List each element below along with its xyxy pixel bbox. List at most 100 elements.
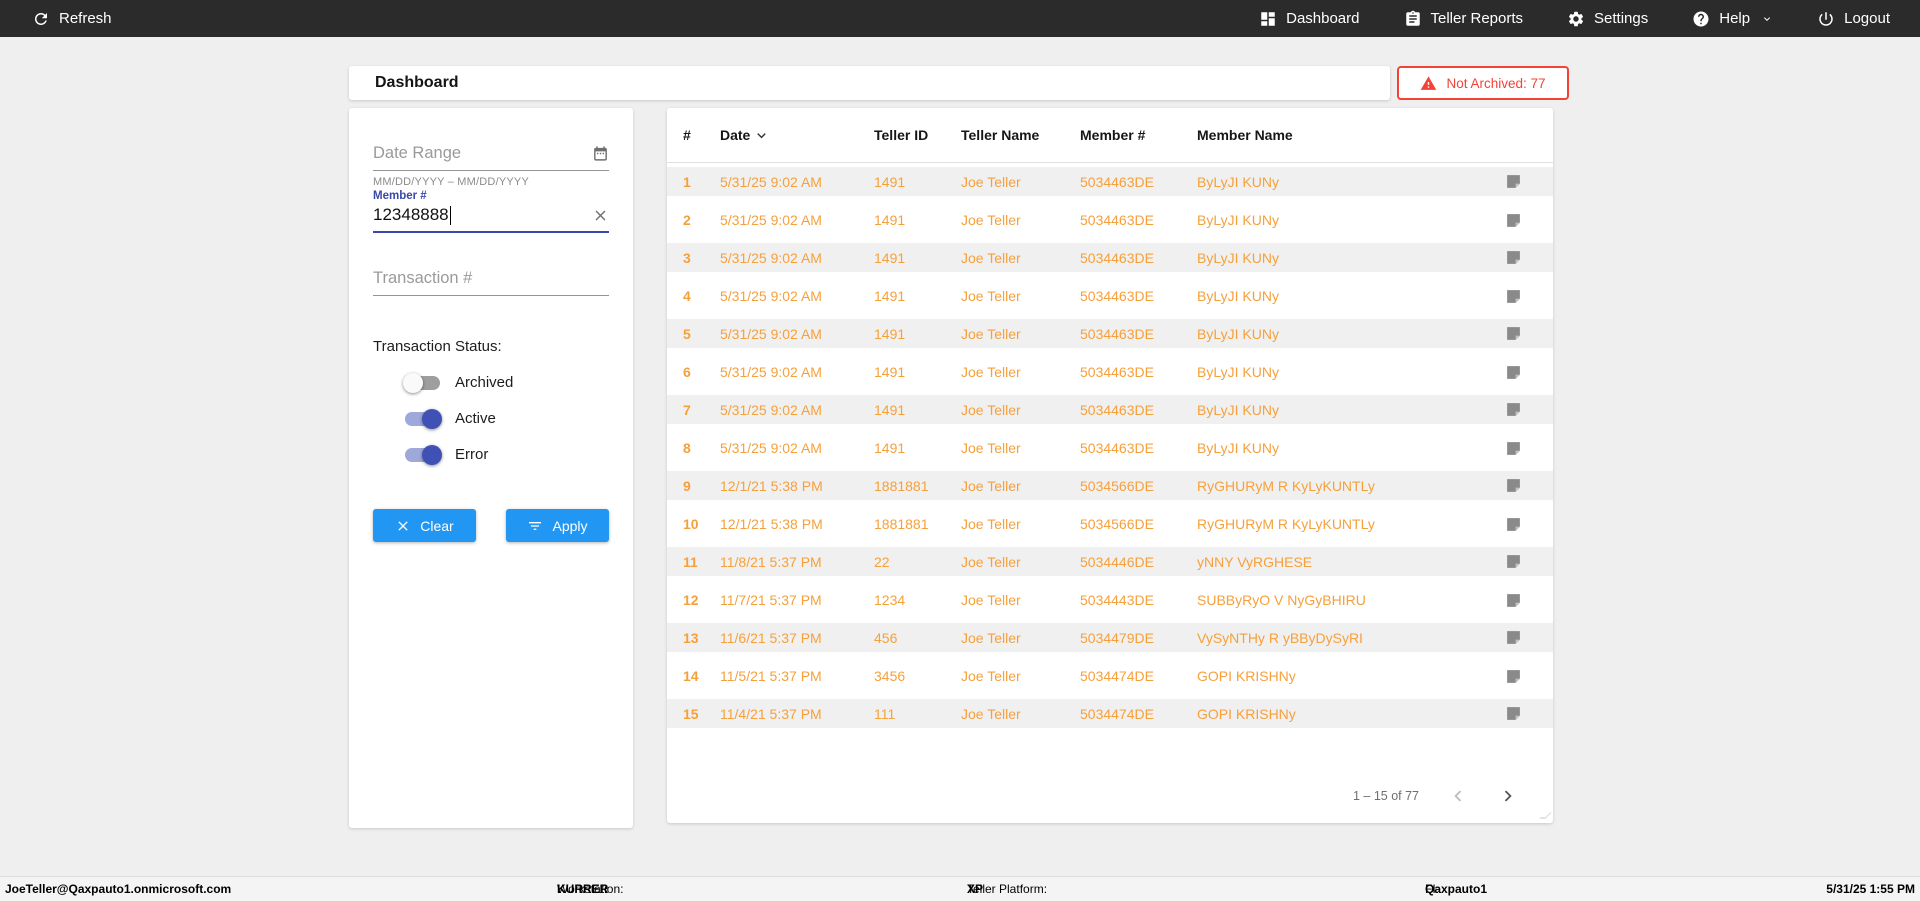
- toggle-archived[interactable]: Archived: [405, 374, 609, 391]
- cell-row-number: 8: [683, 440, 720, 456]
- table-row[interactable]: 7 5/31/25 9:02 AM 1491 Joe Teller 503446…: [667, 391, 1553, 429]
- cell-date: 5/31/25 9:02 AM: [720, 212, 874, 228]
- table-row[interactable]: 10 12/1/21 5:38 PM 1881881 Joe Teller 50…: [667, 505, 1553, 543]
- date-range-input[interactable]: Date Range: [373, 144, 609, 171]
- cell-row-number: 11: [683, 554, 720, 570]
- cell-member-name: RyGHURyM R KyLyKUNTLy: [1197, 478, 1489, 494]
- resize-handle[interactable]: [1539, 812, 1552, 818]
- col-header-teller-name: Teller Name: [961, 127, 1080, 143]
- cell-member-name: VySyNTHy R yBByDySyRI: [1197, 630, 1489, 646]
- refresh-button[interactable]: Refresh: [32, 10, 112, 28]
- note-icon[interactable]: [1505, 212, 1522, 229]
- table-header-row: # Date Teller ID Teller Name Member # Me…: [667, 108, 1553, 163]
- member-number-input[interactable]: 12348888: [373, 205, 609, 233]
- cell-row-number: 4: [683, 288, 720, 304]
- note-icon[interactable]: [1505, 364, 1522, 381]
- not-archived-badge[interactable]: Not Archived: 77: [1397, 66, 1569, 100]
- note-icon[interactable]: [1505, 705, 1522, 722]
- logout-power-icon: [1817, 10, 1835, 28]
- cell-member-number: 5034566DE: [1080, 478, 1197, 494]
- table-row[interactable]: 9 12/1/21 5:38 PM 1881881 Joe Teller 503…: [667, 467, 1553, 505]
- help-icon: [1692, 10, 1710, 28]
- cell-teller-id: 1491: [874, 174, 961, 190]
- apply-button[interactable]: Apply: [506, 509, 609, 542]
- cell-teller-id: 1491: [874, 326, 961, 342]
- note-icon[interactable]: [1505, 516, 1522, 533]
- note-icon[interactable]: [1505, 477, 1522, 494]
- cell-member-name: ByLyJI KUNy: [1197, 402, 1489, 418]
- help-dropdown-chevron-icon: [1761, 13, 1773, 25]
- teller-platform-info: Teller Platform: XP: [967, 877, 983, 901]
- text-cursor: [450, 206, 452, 225]
- cell-teller-name: Joe Teller: [961, 364, 1080, 380]
- pagination-range-label: 1 – 15 of 77: [1353, 789, 1419, 803]
- cell-row-number: 7: [683, 402, 720, 418]
- note-icon[interactable]: [1505, 668, 1522, 685]
- cell-member-number: 5034463DE: [1080, 326, 1197, 342]
- cell-date: 12/1/21 5:38 PM: [720, 516, 874, 532]
- nav-item-teller-reports[interactable]: Teller Reports: [1404, 10, 1524, 28]
- nav-item-help[interactable]: Help: [1692, 10, 1773, 28]
- table-row[interactable]: 5 5/31/25 9:02 AM 1491 Joe Teller 503446…: [667, 315, 1553, 353]
- cell-teller-name: Joe Teller: [961, 174, 1080, 190]
- col-header-member-name: Member Name: [1197, 127, 1489, 143]
- cell-member-number: 5034463DE: [1080, 440, 1197, 456]
- table-row[interactable]: 3 5/31/25 9:02 AM 1491 Joe Teller 503446…: [667, 239, 1553, 277]
- sort-desc-icon: [753, 127, 770, 144]
- cell-member-number: 5034566DE: [1080, 516, 1197, 532]
- clear-member-icon[interactable]: [592, 207, 609, 224]
- col-header-date[interactable]: Date: [720, 127, 874, 144]
- error-switch[interactable]: [405, 448, 440, 462]
- cell-member-number: 5034463DE: [1080, 174, 1197, 190]
- cell-teller-id: 456: [874, 630, 961, 646]
- cell-teller-id: 1491: [874, 402, 961, 418]
- note-icon[interactable]: [1505, 249, 1522, 266]
- cell-row-number: 3: [683, 250, 720, 266]
- note-icon[interactable]: [1505, 401, 1522, 418]
- table-row[interactable]: 4 5/31/25 9:02 AM 1491 Joe Teller 503446…: [667, 277, 1553, 315]
- cell-teller-name: Joe Teller: [961, 668, 1080, 684]
- clear-button[interactable]: Clear: [373, 509, 476, 542]
- toggle-error[interactable]: Error: [405, 446, 609, 463]
- toggle-active[interactable]: Active: [405, 410, 609, 427]
- note-icon[interactable]: [1505, 440, 1522, 457]
- cell-row-number: 2: [683, 212, 720, 228]
- note-icon[interactable]: [1505, 173, 1522, 190]
- transaction-number-input[interactable]: Transaction #: [373, 269, 609, 296]
- previous-page-icon[interactable]: [1447, 785, 1469, 807]
- refresh-icon: [32, 10, 50, 28]
- note-icon[interactable]: [1505, 553, 1522, 570]
- table-row[interactable]: 15 11/4/21 5:37 PM 111 Joe Teller 503447…: [667, 695, 1553, 733]
- cell-teller-name: Joe Teller: [961, 212, 1080, 228]
- active-switch[interactable]: [405, 412, 440, 426]
- cell-member-name: ByLyJI KUNy: [1197, 212, 1489, 228]
- table-row[interactable]: 2 5/31/25 9:02 AM 1491 Joe Teller 503446…: [667, 201, 1553, 239]
- note-icon[interactable]: [1505, 325, 1522, 342]
- table-row[interactable]: 11 11/8/21 5:37 PM 22 Joe Teller 5034446…: [667, 543, 1553, 581]
- cell-teller-id: 111: [874, 706, 961, 722]
- status-bar: JoeTeller@Qaxpauto1.onmicrosoft.com Work…: [0, 876, 1920, 901]
- cell-row-number: 10: [683, 516, 720, 532]
- next-page-icon[interactable]: [1497, 785, 1519, 807]
- table-row[interactable]: 8 5/31/25 9:02 AM 1491 Joe Teller 503446…: [667, 429, 1553, 467]
- cell-teller-id: 22: [874, 554, 961, 570]
- cell-teller-name: Joe Teller: [961, 554, 1080, 570]
- cell-teller-id: 1491: [874, 288, 961, 304]
- table-row[interactable]: 6 5/31/25 9:02 AM 1491 Joe Teller 503446…: [667, 353, 1553, 391]
- nav-item-logout[interactable]: Logout: [1817, 10, 1890, 28]
- table-row[interactable]: 14 11/5/21 5:37 PM 3456 Joe Teller 50344…: [667, 657, 1553, 695]
- nav-item-settings[interactable]: Settings: [1567, 10, 1648, 28]
- table-row[interactable]: 1 5/31/25 9:02 AM 1491 Joe Teller 503446…: [667, 163, 1553, 201]
- archived-switch[interactable]: [405, 376, 440, 390]
- cell-member-name: ByLyJI KUNy: [1197, 174, 1489, 190]
- calendar-icon[interactable]: [592, 145, 609, 162]
- note-icon[interactable]: [1505, 592, 1522, 609]
- note-icon[interactable]: [1505, 629, 1522, 646]
- table-row[interactable]: 13 11/6/21 5:37 PM 456 Joe Teller 503447…: [667, 619, 1553, 657]
- workstation-label: Workstation:: [557, 877, 623, 901]
- cell-member-number: 5034463DE: [1080, 212, 1197, 228]
- table-row[interactable]: 12 11/7/21 5:37 PM 1234 Joe Teller 50344…: [667, 581, 1553, 619]
- cell-date: 5/31/25 9:02 AM: [720, 440, 874, 456]
- note-icon[interactable]: [1505, 288, 1522, 305]
- nav-item-dashboard[interactable]: Dashboard: [1259, 10, 1359, 28]
